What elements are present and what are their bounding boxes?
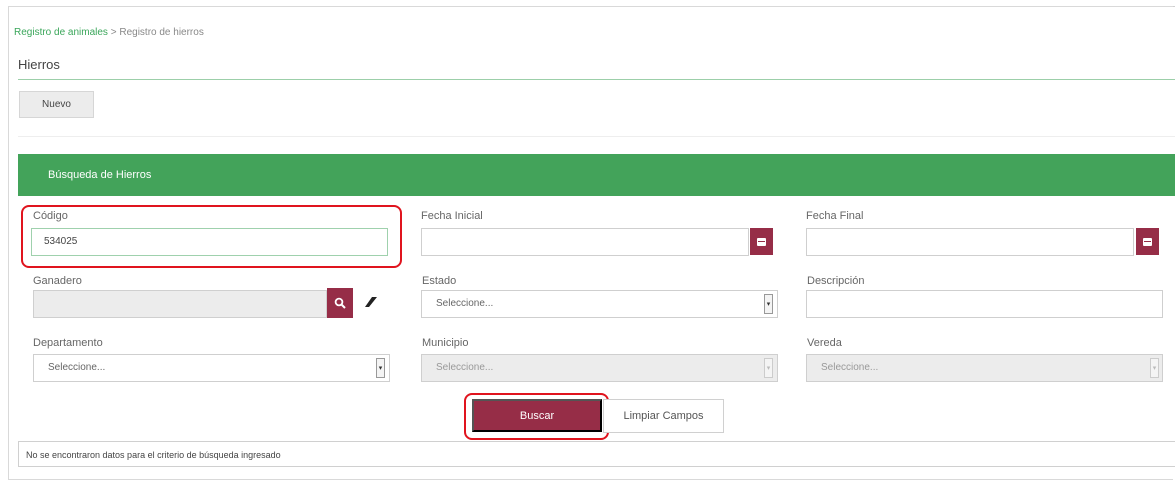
ganadero-search-button[interactable]: [327, 288, 353, 318]
estado-select[interactable]: Seleccione...: [421, 290, 778, 318]
codigo-highlight: [21, 205, 402, 268]
vereda-selected-value: Seleccione...: [821, 362, 879, 373]
chevron-down-icon[interactable]: ▾: [764, 294, 773, 314]
chevron-down-icon[interactable]: ▾: [376, 358, 385, 378]
ganadero-label: Ganadero: [33, 275, 82, 287]
fecha-final-input[interactable]: [806, 228, 1134, 256]
vereda-label: Vereda: [807, 337, 842, 349]
calendar-icon: [757, 237, 766, 246]
breadcrumb-separator: >: [110, 27, 117, 38]
estado-selected-value: Seleccione...: [436, 298, 494, 309]
ganadero-clear-button[interactable]: [362, 293, 380, 311]
search-button-highlight: [464, 393, 609, 440]
new-button[interactable]: Nuevo: [19, 91, 94, 118]
departamento-label: Departamento: [33, 337, 103, 349]
breadcrumb-parent-link[interactable]: Registro de animales: [14, 27, 108, 38]
fecha-inicial-calendar-button[interactable]: [750, 228, 773, 255]
departamento-select[interactable]: Seleccione...: [33, 354, 390, 382]
ganadero-input[interactable]: [33, 290, 327, 318]
municipio-select[interactable]: Seleccione...: [421, 354, 778, 382]
calendar-icon: [1143, 237, 1152, 246]
clear-fields-button[interactable]: Limpiar Campos: [603, 399, 724, 433]
title-divider: [18, 79, 1175, 80]
breadcrumb: Registro de animales > Registro de hierr…: [14, 27, 204, 38]
breadcrumb-current: Registro de hierros: [119, 27, 204, 38]
fecha-inicial-input[interactable]: [421, 228, 749, 256]
descripcion-label: Descripción: [807, 275, 865, 287]
eraser-icon: [365, 297, 377, 307]
chevron-down-icon: ▾: [1150, 358, 1159, 378]
result-message: No se encontraron datos para el criterio…: [18, 441, 1175, 467]
search-icon: [334, 297, 346, 309]
municipio-label: Municipio: [422, 337, 469, 349]
search-panel-header: Búsqueda de Hierros: [18, 154, 1175, 196]
fecha-final-calendar-button[interactable]: [1136, 228, 1159, 255]
departamento-selected-value: Seleccione...: [48, 362, 106, 373]
page-title: Hierros: [18, 57, 60, 72]
chevron-down-icon: ▾: [764, 358, 773, 378]
vereda-select[interactable]: Seleccione...: [806, 354, 1163, 382]
fecha-inicial-label: Fecha Inicial: [421, 210, 483, 222]
section-divider: [18, 136, 1175, 137]
descripcion-input[interactable]: [806, 290, 1163, 318]
estado-label: Estado: [422, 275, 457, 287]
fecha-final-label: Fecha Final: [806, 210, 864, 222]
municipio-selected-value: Seleccione...: [436, 362, 494, 373]
